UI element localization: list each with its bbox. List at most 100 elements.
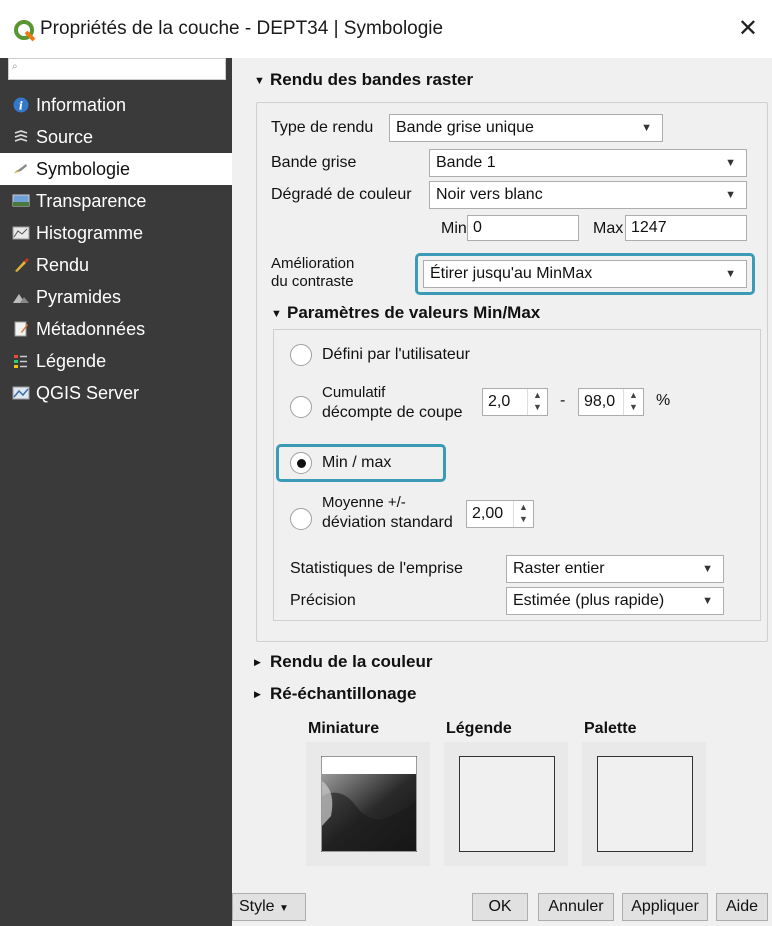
sidebar-item-legend[interactable]: Légende	[0, 345, 232, 377]
sidebar-item-symbology[interactable]: Symbologie	[0, 153, 232, 185]
render-type-value: Bande grise unique	[396, 119, 534, 136]
gray-band-label: Bande grise	[271, 154, 357, 171]
palette-preview-frame	[597, 756, 693, 852]
range-dash: -	[560, 392, 566, 409]
stats-extent-select[interactable]: Raster entier ▼	[506, 555, 724, 583]
resampling-title: Ré-échantillonage	[270, 684, 417, 703]
svg-text:i: i	[19, 100, 23, 113]
chevron-down-icon: ▼	[702, 563, 713, 575]
contrast-enhancement-select[interactable]: Étirer jusqu'au MinMax ▼	[423, 260, 747, 288]
cum-low-value: 2,0	[488, 393, 511, 410]
metadata-icon	[14, 321, 28, 337]
ok-button[interactable]: OK	[472, 893, 528, 921]
sidebar-item-qgis-server[interactable]: QGIS Server	[0, 377, 232, 409]
spin-arrows-icon[interactable]: ▲ ▼	[513, 501, 533, 527]
close-button[interactable]: ✕	[738, 14, 758, 43]
sidebar-item-render[interactable]: Rendu	[0, 249, 232, 281]
min-input[interactable]: 0	[467, 215, 579, 241]
chevron-down-icon: ▼	[641, 122, 652, 134]
search-icon: ⌕	[12, 61, 18, 72]
mean-label-line2: déviation standard	[322, 514, 453, 531]
cumulative-label-line2: décompte de coupe	[322, 404, 463, 421]
precision-select[interactable]: Estimée (plus rapide) ▼	[506, 587, 724, 615]
legend-icon	[14, 355, 27, 368]
collapse-arrow-icon: ▼	[254, 74, 265, 87]
radio-button[interactable]	[290, 344, 312, 366]
min-label: Min	[441, 220, 467, 237]
legend-heading: Légende	[446, 720, 512, 737]
contrast-value: Étirer jusqu'au MinMax	[430, 265, 593, 282]
apply-button[interactable]: Appliquer	[622, 893, 708, 921]
sidebar-item-label: Métadonnées	[36, 318, 146, 339]
spin-arrows-icon[interactable]: ▲ ▼	[623, 389, 643, 415]
contrast-label-line1: Amélioration	[271, 255, 355, 272]
radio-button-checked[interactable]	[290, 452, 312, 474]
minmax-group: Défini par l'utilisateur Cumulatif décom…	[273, 329, 761, 621]
minmax-radio[interactable]: Min / max	[290, 452, 391, 474]
sidebar-search-input[interactable]: ⌕	[8, 58, 226, 80]
thumbnail-preview	[306, 742, 430, 866]
minmax-section-toggle[interactable]: ▼ Paramètres de valeurs Min/Max	[271, 303, 540, 323]
window-title: Propriétés de la couche - DEPT34 | Symbo…	[40, 18, 444, 39]
section-title: Rendu des bandes raster	[270, 70, 474, 89]
stats-extent-label: Statistiques de l'emprise	[290, 560, 463, 577]
render-type-select[interactable]: Bande grise unique ▼	[389, 114, 663, 142]
sidebar: ⌕ i Information Source Symbologie Transp…	[0, 58, 232, 926]
color-render-section-toggle[interactable]: ▶ Rendu de la couleur	[254, 652, 432, 672]
gray-band-select[interactable]: Bande 1 ▼	[429, 149, 747, 177]
cumulative-label-line1: Cumulatif	[322, 384, 386, 401]
cumulative-high-spinbox[interactable]: 98,0 ▲ ▼	[578, 388, 644, 416]
expand-arrow-icon: ▶	[254, 657, 261, 668]
cumulative-low-spinbox[interactable]: 2,0 ▲ ▼	[482, 388, 548, 416]
info-icon: i	[13, 97, 29, 113]
chevron-down-icon: ▼	[702, 595, 713, 607]
style-menu-button[interactable]: Style ▼	[232, 893, 306, 921]
render-icon	[15, 258, 29, 272]
mean-stddev-radio[interactable]	[290, 508, 312, 530]
sidebar-item-transparency[interactable]: Transparence	[0, 185, 232, 217]
raster-thumbnail-image	[321, 756, 417, 852]
sidebar-item-pyramids[interactable]: Pyramides	[0, 281, 232, 313]
sidebar-item-label: Pyramides	[36, 286, 122, 307]
gray-band-value: Bande 1	[436, 154, 496, 171]
sidebar-item-label: QGIS Server	[36, 382, 140, 403]
sidebar-item-label: Histogramme	[36, 222, 144, 243]
radio-button[interactable]	[290, 396, 312, 418]
std-dev-value: 2,00	[472, 505, 504, 522]
max-input[interactable]: 1247	[625, 215, 747, 241]
render-type-label: Type de rendu	[271, 119, 374, 136]
help-button[interactable]: Aide	[716, 893, 768, 921]
gradient-select[interactable]: Noir vers blanc ▼	[429, 181, 747, 209]
symbology-icon	[14, 164, 27, 173]
resampling-section-toggle[interactable]: ▶ Ré-échantillonage	[254, 684, 416, 704]
user-defined-label: Défini par l'utilisateur	[322, 346, 471, 363]
spin-arrows-icon[interactable]: ▲ ▼	[527, 389, 547, 415]
mean-label-line1: Moyenne +/-	[322, 494, 406, 511]
color-render-title: Rendu de la couleur	[270, 652, 433, 671]
sidebar-item-label: Légende	[36, 350, 107, 371]
cum-high-value: 98,0	[584, 393, 616, 410]
sidebar-item-histogram[interactable]: Histogramme	[0, 217, 232, 249]
std-dev-spinbox[interactable]: 2,00 ▲ ▼	[466, 500, 534, 528]
cumulative-radio[interactable]	[290, 396, 312, 418]
button-bar: Style ▼ OK Annuler Appliquer Aide	[232, 886, 772, 926]
radio-button[interactable]	[290, 508, 312, 530]
qgis-logo-icon	[14, 20, 36, 42]
collapse-arrow-icon: ▼	[271, 307, 282, 320]
minmax-option-label: Min / max	[322, 454, 392, 471]
sidebar-item-metadata[interactable]: Métadonnées	[0, 313, 232, 345]
cancel-button[interactable]: Annuler	[538, 893, 614, 921]
legend-preview-frame	[459, 756, 555, 852]
palette-heading: Palette	[584, 720, 637, 737]
gradient-label: Dégradé de couleur	[271, 186, 412, 203]
symbology-panel: ▼ Rendu des bandes raster Type de rendu B…	[232, 58, 772, 886]
server-icon	[12, 386, 30, 400]
user-defined-radio[interactable]: Défini par l'utilisateur	[290, 344, 470, 366]
sidebar-item-label: Transparence	[36, 190, 147, 211]
minmax-title: Paramètres de valeurs Min/Max	[287, 303, 541, 322]
raster-band-section-toggle[interactable]: ▼ Rendu des bandes raster	[254, 70, 473, 90]
sidebar-item-source[interactable]: Source	[0, 121, 232, 153]
sidebar-item-information[interactable]: i Information	[0, 89, 232, 121]
max-label: Max	[593, 220, 624, 237]
chevron-down-icon: ▼	[725, 268, 736, 280]
